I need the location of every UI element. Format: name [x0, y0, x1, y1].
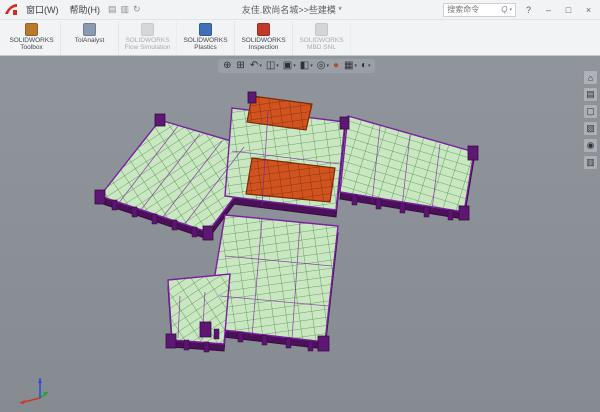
addin-plastics[interactable]: SOLIDWORKS Plastics	[177, 21, 235, 55]
maximize-button[interactable]: □	[561, 5, 576, 15]
properties-icon: ▥	[586, 157, 595, 168]
search-input[interactable]	[447, 5, 499, 14]
addin-label: SOLIDWORKS MBD SNL	[293, 37, 350, 51]
orientation-triad	[12, 372, 50, 404]
chevron-down-icon: ▾	[368, 60, 371, 72]
addin-label: SOLIDWORKS Toolbox	[3, 37, 60, 51]
apply-scene-button[interactable]: ▦ ▾	[344, 60, 357, 72]
tab-solidworks-resources[interactable]: ⌂	[583, 70, 598, 85]
hide-show-items-icon: ◎	[317, 60, 326, 72]
display-style-icon: ◧	[300, 60, 309, 72]
ribbon-addins: SOLIDWORKS Toolbox TolAnalyst SOLIDWORKS…	[0, 20, 600, 56]
view-orientation-icon: ▣	[283, 60, 292, 72]
plastics-icon	[199, 23, 212, 36]
addin-solidworks-toolbox[interactable]: SOLIDWORKS Toolbox	[3, 21, 61, 55]
zoom-area-icon: ⊞	[237, 60, 245, 72]
library-icon: ▤	[586, 89, 595, 100]
home-icon: ⌂	[588, 73, 593, 83]
document-title: 友佳.欧尚名城>>些建模 *	[146, 3, 439, 16]
tab-view-palette[interactable]: ▧	[583, 121, 598, 136]
zoom-area-button[interactable]: ⊞	[237, 60, 246, 72]
apply-scene-icon: ▦	[344, 60, 353, 72]
tab-design-library[interactable]: ▤	[583, 87, 598, 102]
solidworks-logo-icon[interactable]	[4, 3, 18, 16]
chevron-down-icon: ▾	[293, 60, 296, 72]
inspection-icon	[257, 23, 270, 36]
addin-tolanalyst[interactable]: TolAnalyst	[61, 21, 119, 55]
appearance-ball-icon: ◉	[587, 140, 595, 151]
folder-icon: ▢	[586, 106, 595, 117]
addin-label: SOLIDWORKS Inspection	[235, 37, 292, 51]
tab-custom-properties[interactable]: ▥	[583, 155, 598, 170]
chevron-down-icon: ▾	[276, 60, 279, 72]
title-bar: 窗口(W) 帮助(H) ▤ ▥ ↻ 友佳.欧尚名城>>些建模 * Q ▾ ? –…	[0, 0, 600, 20]
chevron-down-icon[interactable]: ▾	[509, 7, 512, 13]
mbd-icon	[315, 23, 328, 36]
task-pane-tabs: ⌂ ▤ ▢ ▧ ◉ ▥	[583, 70, 598, 170]
tab-file-explorer[interactable]: ▢	[583, 104, 598, 119]
chevron-down-icon: ▾	[354, 60, 357, 72]
help-button[interactable]: ?	[521, 5, 536, 15]
view-orientation-button[interactable]: ▣ ▾	[283, 60, 296, 72]
section-view-icon: ◫	[266, 60, 275, 72]
chevron-down-icon: ▾	[310, 60, 313, 72]
chevron-down-icon: ▾	[259, 60, 262, 72]
palette-icon: ▧	[586, 123, 595, 134]
addin-label: SOLIDWORKS Plastics	[177, 37, 234, 51]
view-settings-icon: ◐	[361, 60, 367, 72]
edit-appearance-button[interactable]: ●	[333, 60, 340, 72]
section-view-button[interactable]: ◫ ▾	[266, 60, 279, 72]
toolbox-icon	[25, 23, 38, 36]
close-button[interactable]: ×	[581, 5, 596, 15]
edit-appearance-icon: ●	[333, 60, 339, 72]
model-3d[interactable]	[0, 56, 600, 412]
previous-view-icon: ↶	[250, 60, 258, 72]
flow-simulation-icon	[141, 23, 154, 36]
tolanalyst-icon	[83, 23, 96, 36]
menu-window[interactable]: 窗口(W)	[23, 3, 62, 16]
tab-appearances[interactable]: ◉	[583, 138, 598, 153]
addin-label: SOLIDWORKS Flow Simulation	[119, 37, 176, 51]
open-file-icon[interactable]: ▤	[108, 4, 117, 15]
solidworks-window: 窗口(W) 帮助(H) ▤ ▥ ↻ 友佳.欧尚名城>>些建模 * Q ▾ ? –…	[0, 0, 600, 412]
addin-inspection[interactable]: SOLIDWORKS Inspection	[235, 21, 293, 55]
addin-label: TolAnalyst	[75, 37, 105, 44]
view-settings-button[interactable]: ◐ ▾	[361, 60, 371, 72]
rebuild-icon[interactable]: ↻	[133, 4, 141, 15]
heads-up-view-toolbar: ⊕ ⊞ ↶ ▾ ◫ ▾ ▣ ▾ ◧ ▾	[218, 59, 375, 73]
zoom-fit-icon: ⊕	[223, 60, 231, 72]
zoom-fit-button[interactable]: ⊕	[223, 60, 232, 72]
display-style-button[interactable]: ◧ ▾	[300, 60, 313, 72]
chevron-down-icon: ▾	[326, 60, 329, 72]
search-icon[interactable]: Q	[501, 5, 507, 14]
menu-help[interactable]: 帮助(H)	[67, 3, 104, 16]
minimize-button[interactable]: –	[541, 5, 556, 15]
previous-view-button[interactable]: ↶ ▾	[250, 60, 262, 72]
addin-mbd-snl[interactable]: SOLIDWORKS MBD SNL	[293, 21, 351, 55]
hide-show-items-button[interactable]: ◎ ▾	[317, 60, 329, 72]
save-icon[interactable]: ▥	[121, 4, 130, 15]
graphics-area[interactable]: ⊕ ⊞ ↶ ▾ ◫ ▾ ▣ ▾ ◧ ▾	[0, 56, 600, 412]
addin-flow-simulation[interactable]: SOLIDWORKS Flow Simulation	[119, 21, 177, 55]
command-search[interactable]: Q ▾	[443, 3, 516, 17]
